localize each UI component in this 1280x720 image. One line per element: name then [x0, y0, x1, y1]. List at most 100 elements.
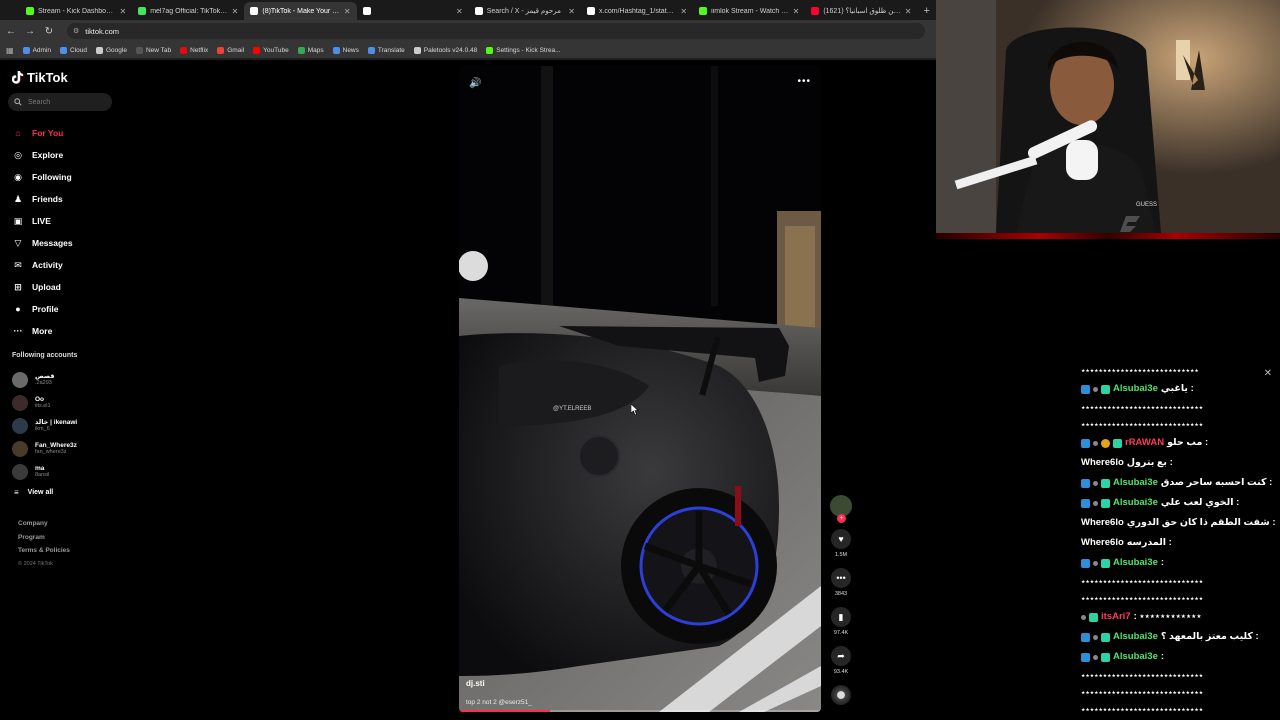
sidebar-item-live[interactable]: ▣ LIVE — [12, 210, 73, 232]
sidebar-item-friends[interactable]: ♟ Friends — [12, 188, 73, 210]
browser-tab[interactable]: ✕ — [357, 2, 469, 20]
following-account[interactable]: ma 8ansil — [12, 460, 77, 483]
bookmark-item[interactable]: Paletools v24.0.48 — [413, 46, 477, 54]
sidebar-item-for-you[interactable]: ⌂ For You — [12, 122, 73, 144]
sidebar-item-label: Messages — [32, 238, 73, 248]
close-tab-icon[interactable]: ✕ — [793, 7, 800, 16]
video-progress-bar[interactable] — [459, 710, 821, 712]
following-account[interactable]: Fan_Where3z fan_where3z — [12, 437, 77, 460]
browser-tab[interactable]: mel7ag Official: TikTok | Linktr ✕ — [132, 2, 244, 20]
bookmark-icon — [217, 46, 225, 54]
close-tab-icon[interactable]: ✕ — [456, 7, 463, 16]
chat-message: Where6lo المدرسه : — [1078, 533, 1280, 553]
sidebar-item-label: Activity — [32, 260, 63, 270]
bookmark-item[interactable]: Google — [95, 46, 127, 54]
tiktok-page: TikTok Search ⌂ For You ◎ Explore ◉ Following… — [0, 60, 936, 720]
more-icon: ··· — [13, 326, 23, 336]
chat-username[interactable]: Alsubai3e — [1113, 553, 1158, 573]
chat-username[interactable]: rRAWAN — [1125, 433, 1164, 453]
chat-username[interactable]: Alsubai3e — [1113, 493, 1158, 513]
sidebar-item-activity[interactable]: ✉ Activity — [12, 254, 73, 276]
bookmark-item[interactable]: New Tab — [135, 46, 171, 54]
chat-username[interactable]: Where6lo — [1081, 533, 1124, 553]
follow-plus-icon[interactable]: + — [837, 514, 846, 523]
account-name: ma — [35, 464, 45, 472]
chat-badge-icon — [1081, 438, 1090, 448]
following-account[interactable]: Oo iits.el1 — [12, 391, 77, 414]
chat-username[interactable]: Alsubai3e — [1113, 647, 1158, 667]
site-info-icon[interactable]: ⚙ — [73, 27, 79, 35]
bookmark-item[interactable]: Gmail — [217, 46, 244, 54]
bookmark-item[interactable]: Cloud — [60, 46, 87, 54]
bookmark-item[interactable]: Netflix — [180, 46, 208, 54]
browser-tab[interactable]: Search / X - مرحوم قيمز ✕ — [469, 2, 581, 20]
sidebar-item-explore[interactable]: ◎ Explore — [12, 144, 73, 166]
reload-icon[interactable]: ↻ — [44, 26, 54, 37]
sidebar-item-profile[interactable]: ● Profile — [12, 298, 73, 320]
video-author[interactable]: dj.sti — [466, 679, 485, 688]
account-handle: ikm_6 — [35, 425, 50, 432]
footer-program-link[interactable]: Program — [18, 534, 70, 548]
tiktok-logo[interactable]: TikTok — [12, 70, 68, 85]
close-tab-icon[interactable]: ✕ — [344, 7, 351, 16]
chat-username[interactable]: Where6lo — [1081, 513, 1124, 533]
close-tab-icon[interactable]: ✕ — [232, 7, 239, 16]
following-account[interactable]: خالد | ikenawi ikm_6 — [12, 414, 77, 437]
sidebar-item-more[interactable]: ··· More — [12, 320, 73, 342]
bookmark-item[interactable]: News — [332, 46, 359, 54]
back-icon[interactable]: ← — [6, 26, 16, 37]
bookmark-item[interactable]: YouTube — [253, 46, 289, 54]
search-input[interactable]: Search — [8, 93, 112, 111]
forward-icon[interactable]: → — [25, 26, 35, 37]
video-watermark: @YT.ELREEB — [553, 406, 591, 412]
chat-username[interactable]: Alsubai3e — [1113, 627, 1158, 647]
bookmark-item[interactable]: Translate — [367, 46, 405, 54]
chat-close-icon[interactable]: ✕ — [1264, 368, 1272, 379]
browser-tab[interactable]: Stream - Kick Dashboard ✕ — [20, 2, 132, 20]
like-button[interactable]: ♥ — [831, 529, 851, 549]
chat-message: ٭٭٭٭٭٭٭٭٭٭٭٭٭٭٭٭٭٭٭٭٭٭٭٭٭٭٭٭ — [1081, 403, 1204, 412]
bookmark-label: YouTube — [263, 46, 289, 54]
comment-button[interactable]: ••• — [831, 568, 851, 588]
live-icon: ▣ — [13, 215, 23, 226]
chat-username[interactable]: Alsubai3e — [1113, 379, 1158, 399]
bookmark-item[interactable]: Admin — [22, 46, 51, 54]
address-bar[interactable]: ⚙ tiktok.com — [67, 23, 925, 39]
video-more-icon[interactable]: ••• — [797, 76, 811, 87]
chat-message: Alsubai3e: — [1078, 553, 1280, 573]
bookmark-icon — [60, 46, 67, 54]
following-accounts-list: قصص .2a293 Oo iits.el1 خالد | ikenawi ikm_6 Fa… — [12, 368, 77, 501]
share-button[interactable]: ➦ — [831, 646, 851, 666]
video-player[interactable]: @YT.ELREEB 🔊 ••• dj.sti top 2 not 2 @ese… — [459, 66, 821, 712]
close-tab-icon[interactable]: ✕ — [568, 7, 575, 16]
browser-tab[interactable]: x.com/Hashtag_1/status/206 ✕ — [581, 2, 693, 20]
close-tab-icon[interactable]: ✕ — [680, 7, 687, 16]
music-disc-icon[interactable] — [831, 685, 851, 705]
close-tab-icon[interactable]: ✕ — [119, 7, 126, 16]
browser-tab[interactable]: iimlok Stream - Watch Live on ✕ — [693, 2, 805, 20]
chat-username[interactable]: itsAri7 — [1101, 607, 1131, 627]
chat-text: كليب معتز بالمعهد ؟ : — [1160, 631, 1259, 642]
footer-company-link[interactable]: Company — [18, 520, 70, 534]
view-all-button[interactable]: ≡ View all — [12, 483, 77, 501]
sidebar-item-messages[interactable]: ▽ Messages — [12, 232, 73, 254]
chat-username[interactable]: Where6lo — [1081, 453, 1124, 473]
svg-text:GUESS: GUESS — [1136, 202, 1157, 208]
volume-icon[interactable]: 🔊 — [469, 78, 481, 89]
chat-message: ٭٭٭٭٭٭٭٭٭٭٭٭٭٭٭٭٭٭٭٭٭٭٭٭٭٭٭ — [1081, 366, 1199, 375]
creator-avatar[interactable]: + — [830, 495, 852, 523]
apps-icon[interactable]: ▦ — [6, 46, 14, 55]
sidebar-item-following[interactable]: ◉ Following — [12, 166, 73, 188]
new-tab-button[interactable]: + — [918, 2, 936, 20]
bookmark-item[interactable]: Settings - Kick Strea... — [486, 46, 561, 54]
sidebar-item-upload[interactable]: ⊞ Upload — [12, 276, 73, 298]
bookmark-item[interactable]: Maps — [297, 46, 324, 54]
footer-terms-link[interactable]: Terms & Policies — [18, 547, 70, 561]
close-tab-icon[interactable]: ✕ — [905, 7, 912, 16]
following-account[interactable]: قصص .2a293 — [12, 368, 77, 391]
chat-message: ٭٭٭٭٭٭٭٭٭٭٭٭٭٭٭٭٭٭٭٭٭٭٭٭٭٭٭٭ — [1081, 688, 1204, 697]
browser-tab[interactable]: (8)TikTok - Make Your Day ✕ — [244, 2, 357, 20]
browser-tab[interactable]: (1621) وين ظلوق اسبانيا؟ es الل... ✕ — [805, 2, 917, 20]
save-button[interactable]: ▮ — [831, 607, 851, 627]
chat-username[interactable]: Alsubai3e — [1113, 473, 1158, 493]
